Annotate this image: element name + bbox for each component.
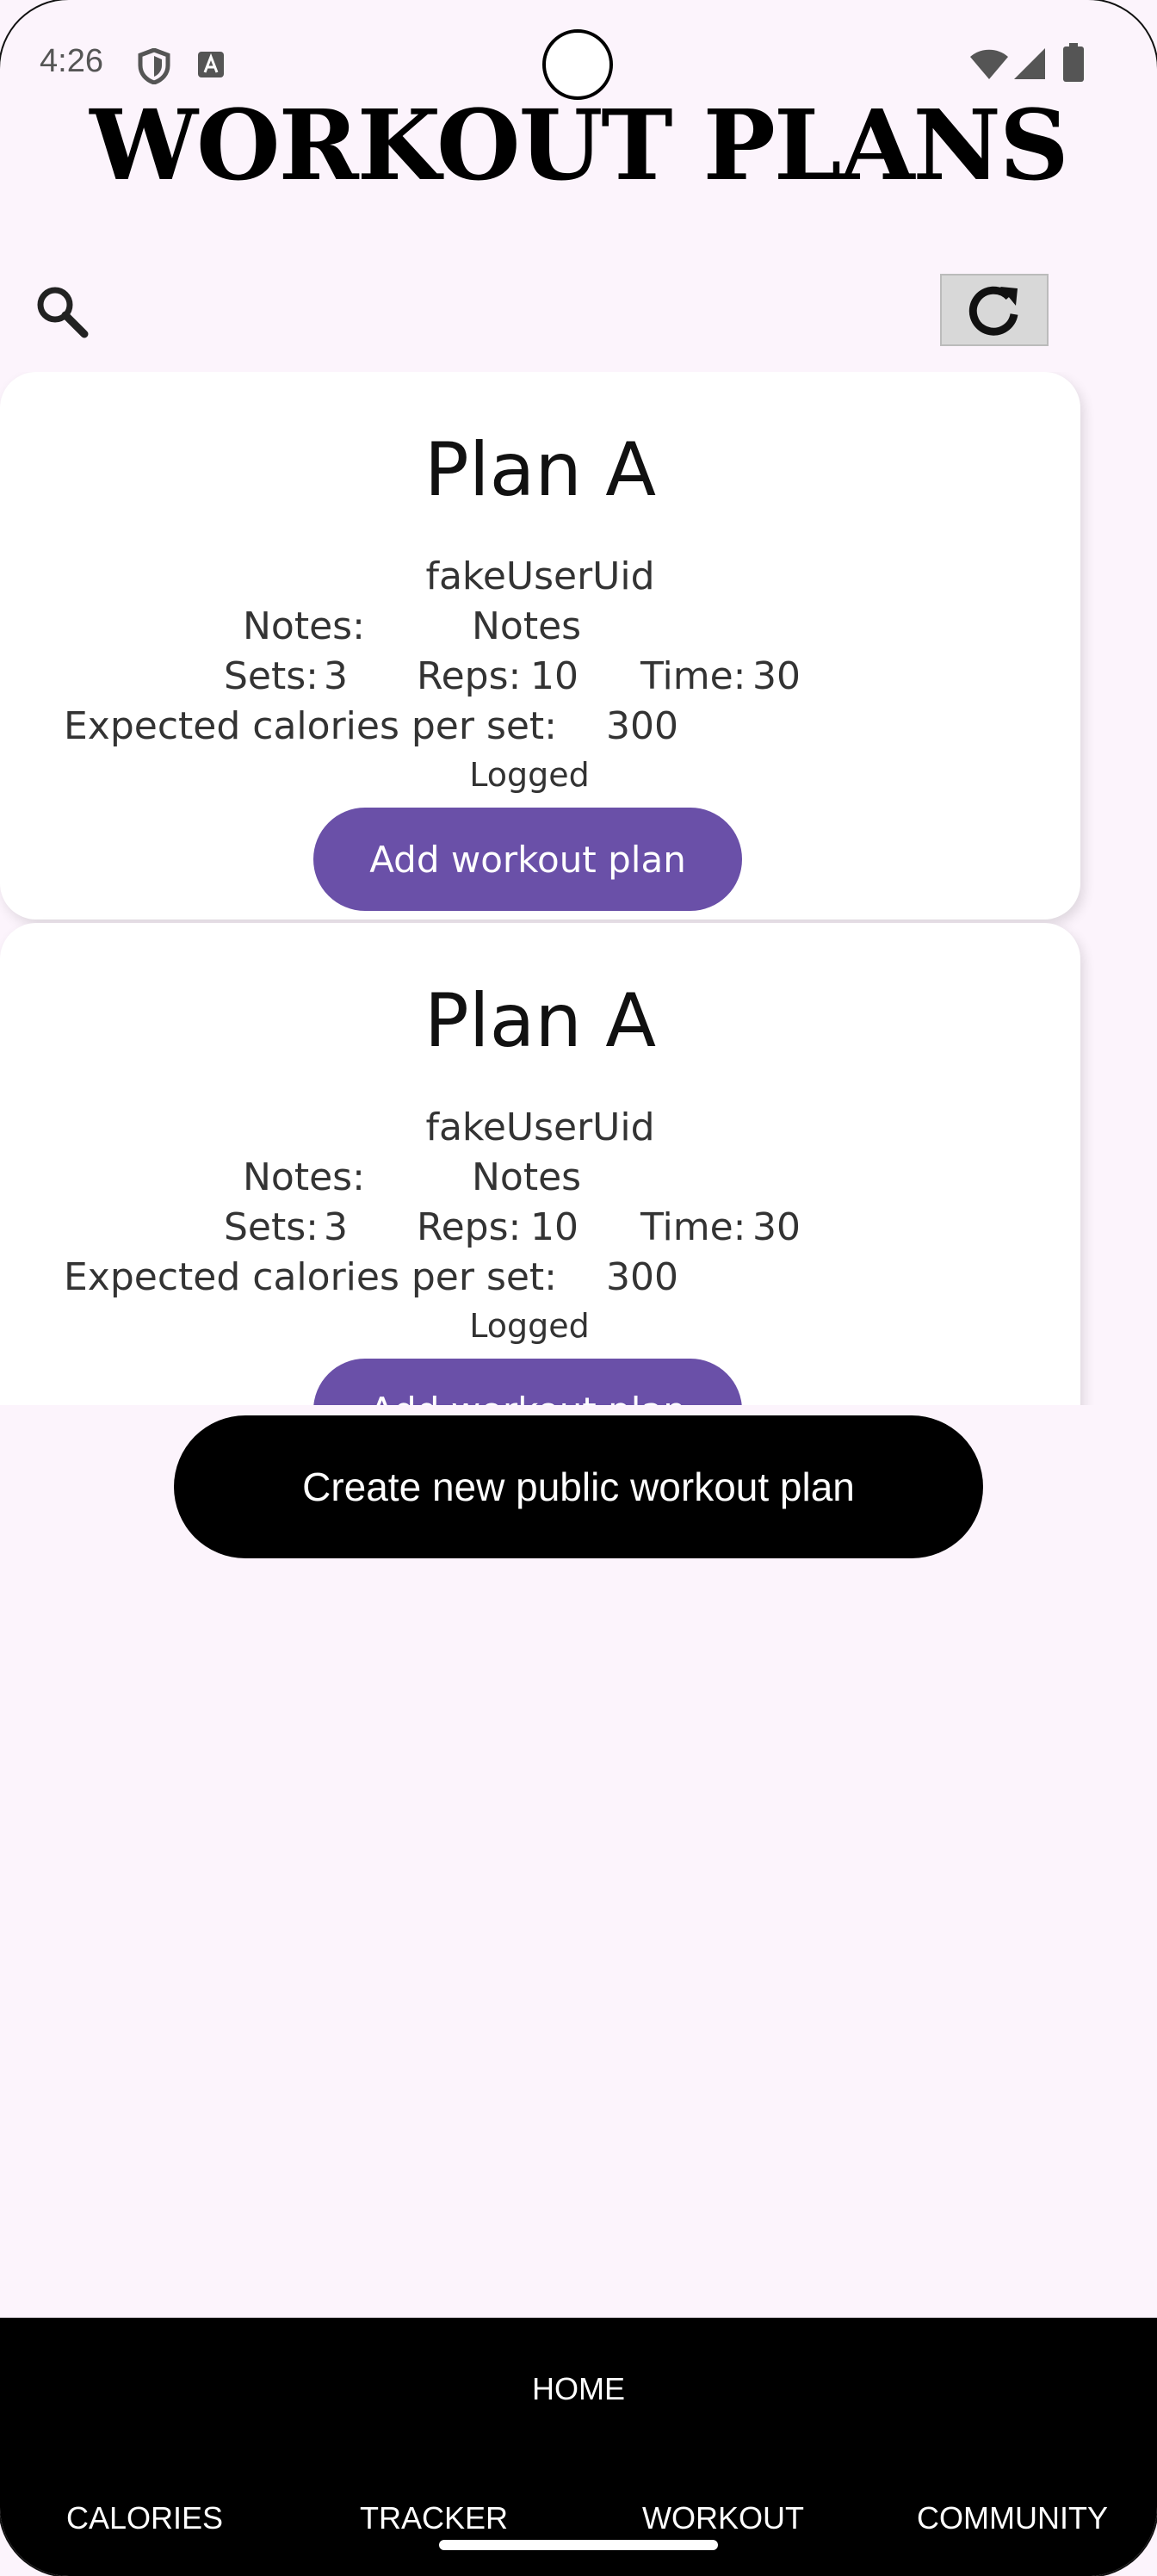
create-public-workout-plan-button[interactable]: Create new public workout plan (174, 1415, 983, 1558)
plan-owner: fakeUserUid (425, 1105, 655, 1149)
notes-label: Notes: (243, 604, 365, 648)
sets-label: Sets: (224, 1205, 319, 1249)
plan-card: Plan A fakeUserUid Notes: Notes Sets: 3 … (0, 923, 1080, 1405)
nav-workout[interactable]: WORKOUT (578, 2500, 868, 2536)
signal-icon (1012, 46, 1047, 85)
time-value: 30 (752, 1205, 801, 1249)
search-icon (37, 287, 89, 338)
logged-status: Logged (469, 756, 590, 794)
plan-name: Plan A (424, 427, 657, 513)
nav-home[interactable]: HOME (0, 2371, 1157, 2407)
nav-community[interactable]: COMMUNITY (868, 2500, 1157, 2536)
reps-value: 10 (530, 654, 578, 698)
sets-value: 3 (324, 1205, 348, 1249)
notes-value: Notes (472, 1155, 582, 1199)
logged-status: Logged (469, 1307, 590, 1345)
reps-value: 10 (530, 1205, 578, 1249)
nav-calories[interactable]: CALORIES (0, 2500, 289, 2536)
shield-icon (138, 47, 170, 89)
plan-card: Plan A fakeUserUid Notes: Notes Sets: 3 … (0, 372, 1080, 920)
phone-screen: 4:26 WORKOUT PLANS Plan A fakeUserUid No… (0, 0, 1157, 2576)
status-time: 4:26 (40, 43, 103, 79)
add-workout-plan-button[interactable]: Add workout plan (313, 808, 742, 911)
calories-label: Expected calories per set: (64, 1255, 558, 1299)
calories-value: 300 (606, 1255, 678, 1299)
nav-tracker[interactable]: TRACKER (289, 2500, 578, 2536)
toolbar (0, 258, 1157, 370)
sets-label: Sets: (224, 654, 319, 698)
refresh-button[interactable] (940, 274, 1049, 346)
time-label: Time: (640, 654, 746, 698)
workout-plan-list[interactable]: Plan A fakeUserUid Notes: Notes Sets: 3 … (0, 372, 1157, 1405)
reps-label: Reps: (417, 1205, 522, 1249)
add-workout-plan-button[interactable]: Add workout plan (313, 1359, 742, 1405)
time-label: Time: (640, 1205, 746, 1249)
notes-value: Notes (472, 604, 582, 648)
page-title: WORKOUT PLANS (90, 90, 1068, 202)
plan-name: Plan A (424, 978, 657, 1064)
gesture-handle[interactable] (439, 2540, 718, 2550)
search-button[interactable] (31, 281, 93, 343)
battery-icon (1062, 43, 1085, 87)
wifi-icon (969, 46, 1009, 85)
refresh-icon (968, 286, 1018, 336)
calories-value: 300 (606, 704, 678, 748)
bottom-navigation: HOME CALORIES TRACKER WORKOUT COMMUNITY (0, 2318, 1157, 2576)
plan-owner: fakeUserUid (425, 554, 655, 598)
font-a-icon (196, 50, 226, 84)
calories-label: Expected calories per set: (64, 704, 558, 748)
sets-value: 3 (324, 654, 348, 698)
reps-label: Reps: (417, 654, 522, 698)
time-value: 30 (752, 654, 801, 698)
notes-label: Notes: (243, 1155, 365, 1199)
